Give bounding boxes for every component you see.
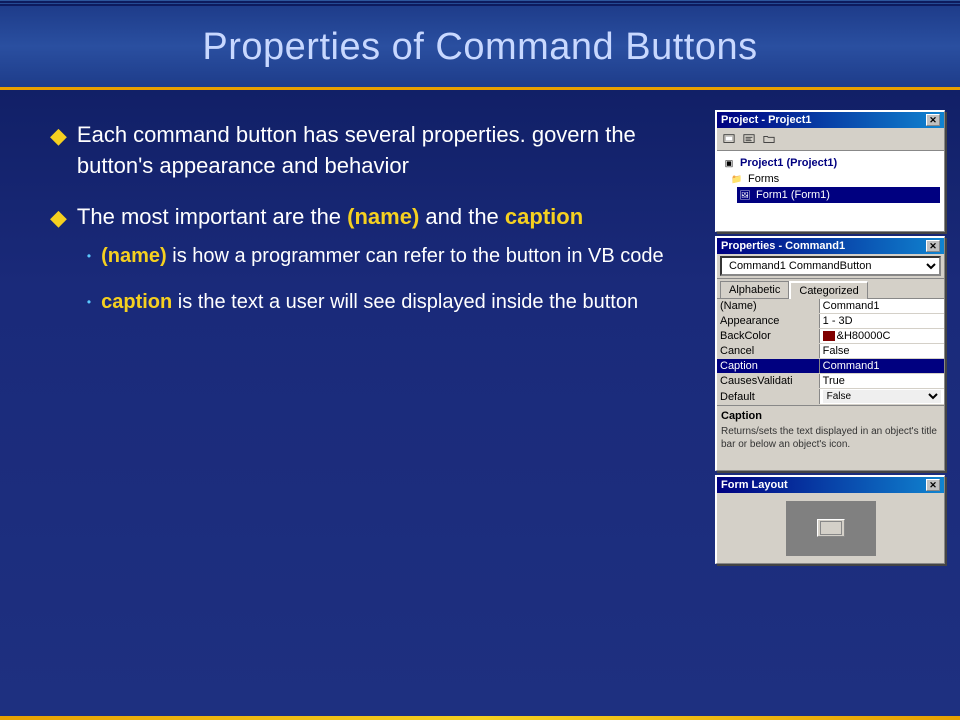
bullet-2: ◆ The most important are the (name) and … [50,202,685,335]
highlight-caption: caption [505,204,583,229]
tree-item-forms[interactable]: 📁 Forms [729,171,940,187]
properties-description: Caption Returns/sets the text displayed … [717,405,944,470]
properties-table: (Name) Command1 Appearance 1 - 3D BackCo… [717,298,944,405]
prop-caption-value: Command1 [819,359,944,374]
slide: Properties of Command Buttons ◆ Each com… [0,0,960,720]
screen-preview [786,501,876,556]
sub-bullet-1: • (name) is how a programmer can refer t… [87,242,664,270]
project-close-button[interactable]: ✕ [926,114,940,126]
forms-label: Forms [748,173,779,185]
prop-row-backcolor[interactable]: BackColor &H80000C [717,329,944,344]
project-toolbar [717,128,944,151]
prop-name-label: (Name) [717,299,819,314]
toggle-folders-button[interactable] [760,130,778,148]
form1-label: Form1 (Form1) [756,189,830,201]
prop-row-caption[interactable]: Caption Command1 [717,359,944,374]
sub-bullet-dot-1: • [87,249,91,263]
sub-highlight-caption: caption [101,291,172,313]
prop-row-causesvalidation[interactable]: CausesValidati True [717,374,944,389]
prop-row-name[interactable]: (Name) Command1 [717,299,944,314]
bullet-diamond-2: ◆ [50,205,67,231]
bottom-decoration [0,716,960,720]
bullet-text-1: Each command button has several properti… [77,120,685,182]
title-bar: Properties of Command Buttons [0,6,960,90]
forms-folder-icon: 📁 [729,172,745,186]
sub-bullet-dot-2: • [87,295,91,309]
tab-alphabetic[interactable]: Alphabetic [720,281,789,298]
tree-item-form1[interactable]: 🖼 Form1 (Form1) [737,187,940,203]
form-layout-title: Form Layout [721,479,788,491]
form-layout-close-button[interactable]: ✕ [926,479,940,491]
properties-object-dropdown[interactable]: Command1 CommandButton [720,256,941,276]
view-code-button[interactable] [740,130,758,148]
props-desc-title: Caption [721,410,940,422]
properties-titlebar: Properties - Command1 ✕ [717,238,944,254]
content-area: ◆ Each command button has several proper… [0,90,960,716]
prop-row-default[interactable]: Default False True [717,389,944,405]
prop-default-value: False True [819,389,944,405]
main-text: ◆ Each command button has several proper… [0,110,715,716]
prop-appearance-value: 1 - 3D [819,314,944,329]
form-layout-titlebar: Form Layout ✕ [717,477,944,493]
form-layout-window: Form Layout ✕ [715,475,945,564]
prop-causesvalidation-label: CausesValidati [717,374,819,389]
properties-close-button[interactable]: ✕ [926,240,940,252]
prop-backcolor-label: BackColor [717,329,819,344]
prop-causesvalidation-value: True [819,374,944,389]
form-layout-inner [717,493,944,563]
bullet-text-2: The most important are the (name) and th… [77,204,583,229]
prop-appearance-label: Appearance [717,314,819,329]
prop-backcolor-value: &H80000C [819,329,944,344]
project-label: Project1 (Project1) [740,157,837,169]
prop-row-cancel[interactable]: Cancel False [717,344,944,359]
properties-tabs: Alphabetic Categorized [717,279,944,298]
sub-highlight-name: (name) [101,245,167,267]
bullet-1: ◆ Each command button has several proper… [50,120,685,182]
highlight-name: (name) [347,204,419,229]
sub-bullet-2: • caption is the text a user will see di… [87,288,664,316]
slide-title: Properties of Command Buttons [40,26,920,69]
right-panel: Project - Project1 ✕ [715,110,945,716]
project-tree: ▣ Project1 (Project1) 📁 Forms 🖼 Form1 (F… [717,151,944,231]
prop-name-value: Command1 [819,299,944,314]
prop-cancel-label: Cancel [717,344,819,359]
props-desc-text: Returns/sets the text displayed in an ob… [721,425,940,451]
sub-bullet-text-2: caption is the text a user will see disp… [101,288,638,316]
form-mini-preview [817,519,845,537]
form-mini-inner [820,521,842,535]
tab-categorized[interactable]: Categorized [789,281,867,299]
properties-combo-row: Command1 CommandButton [717,254,944,279]
bullet-diamond-1: ◆ [50,123,67,149]
properties-window: Properties - Command1 ✕ Command1 Command… [715,236,945,471]
tree-item-project[interactable]: ▣ Project1 (Project1) [721,155,940,171]
backcolor-swatch [823,331,835,341]
prop-cancel-value: False [819,344,944,359]
project-title: Project - Project1 [721,114,811,126]
project-expand-icon: ▣ [721,156,737,170]
sub-bullet-text-1: (name) is how a programmer can refer to … [101,242,664,270]
top-decoration [0,0,960,6]
properties-title: Properties - Command1 [721,240,845,252]
prop-row-appearance[interactable]: Appearance 1 - 3D [717,314,944,329]
form1-icon: 🖼 [737,188,753,202]
prop-caption-label: Caption [717,359,819,374]
project-window: Project - Project1 ✕ [715,110,945,232]
project-titlebar: Project - Project1 ✕ [717,112,944,128]
sub-bullets: • (name) is how a programmer can refer t… [77,242,664,316]
prop-default-label: Default [717,389,819,405]
view-object-button[interactable] [720,130,738,148]
prop-default-dropdown[interactable]: False True [823,390,941,403]
